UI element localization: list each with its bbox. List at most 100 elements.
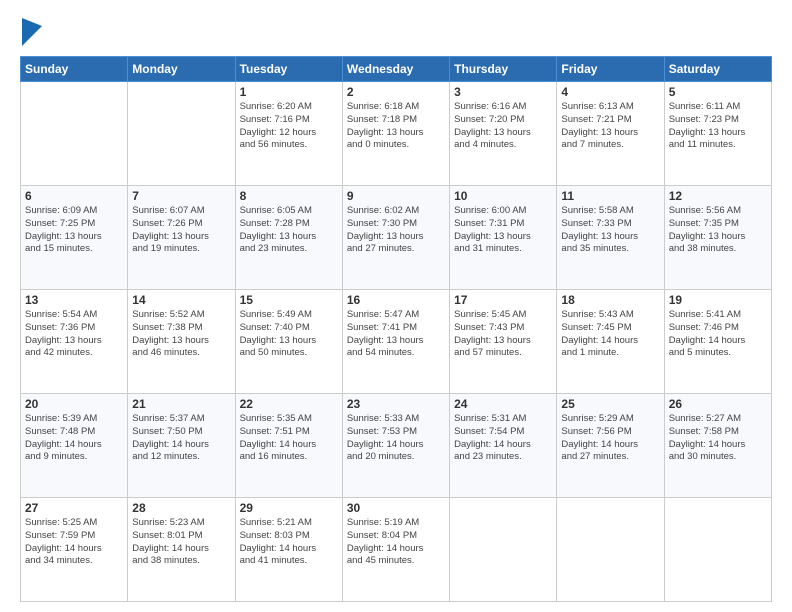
header-row: SundayMondayTuesdayWednesdayThursdayFrid… xyxy=(21,57,772,82)
week-row: 20 Sunrise: 5:39 AM Sunset: 7:48 PM Dayli… xyxy=(21,394,772,498)
day-info: Sunrise: 6:07 AM Sunset: 7:26 PM Dayligh… xyxy=(132,205,230,256)
day-info: Sunrise: 6:11 AM Sunset: 7:23 PM Dayligh… xyxy=(669,101,767,152)
day-info: Sunrise: 6:20 AM Sunset: 7:16 PM Dayligh… xyxy=(240,101,338,152)
day-cell: 25Sunrise: 5:29 AM Sunset: 7:56 PM Dayli… xyxy=(557,394,664,498)
day-cell: 5 Sunrise: 6:11 AM Sunset: 7:23 PM Daylig… xyxy=(664,82,771,186)
day-cell: 15 Sunrise: 5:49 AM Sunset: 7:40 PM Dayli… xyxy=(235,290,342,394)
day-info: Sunrise: 5:54 AM Sunset: 7:36 PM Dayligh… xyxy=(25,309,123,360)
day-number: 6 xyxy=(25,189,123,203)
day-cell: 24Sunrise: 5:31 AM Sunset: 7:54 PM Dayli… xyxy=(450,394,557,498)
day-cell: 20 Sunrise: 5:39 AM Sunset: 7:48 PM Dayli… xyxy=(21,394,128,498)
day-cell: 17 Sunrise: 5:45 AM Sunset: 7:43 PM Dayli… xyxy=(450,290,557,394)
week-row: 1 Sunrise: 6:20 AM Sunset: 7:16 PM Daylig… xyxy=(21,82,772,186)
day-number: 4 xyxy=(561,85,659,99)
day-info: Sunrise: 5:52 AM Sunset: 7:38 PM Dayligh… xyxy=(132,309,230,360)
day-cell xyxy=(128,82,235,186)
day-header: Thursday xyxy=(450,57,557,82)
day-number: 9 xyxy=(347,189,445,203)
day-cell xyxy=(21,82,128,186)
day-number: 2 xyxy=(347,85,445,99)
day-cell: 7 Sunrise: 6:07 AM Sunset: 7:26 PM Daylig… xyxy=(128,186,235,290)
day-number: 27 xyxy=(25,501,123,515)
day-cell: 21 Sunrise: 5:37 AM Sunset: 7:50 PM Dayli… xyxy=(128,394,235,498)
day-info: Sunrise: 5:47 AM Sunset: 7:41 PM Dayligh… xyxy=(347,309,445,360)
day-info: Sunrise: 6:05 AM Sunset: 7:28 PM Dayligh… xyxy=(240,205,338,256)
day-info: Sunrise: 5:35 AM Sunset: 7:51 PM Dayligh… xyxy=(240,413,338,464)
day-header: Saturday xyxy=(664,57,771,82)
day-info: Sunrise: 5:21 AM Sunset: 8:03 PM Dayligh… xyxy=(240,517,338,568)
day-cell: 18 Sunrise: 5:43 AM Sunset: 7:45 PM Dayli… xyxy=(557,290,664,394)
page: SundayMondayTuesdayWednesdayThursdayFrid… xyxy=(0,0,792,612)
day-cell: 26 Sunrise: 5:27 AM Sunset: 7:58 PM Dayli… xyxy=(664,394,771,498)
day-info: Sunrise: 5:37 AM Sunset: 7:50 PM Dayligh… xyxy=(132,413,230,464)
day-cell: 2Sunrise: 6:18 AM Sunset: 7:18 PM Daylig… xyxy=(342,82,449,186)
day-cell: 22 Sunrise: 5:35 AM Sunset: 7:51 PM Dayli… xyxy=(235,394,342,498)
day-number: 7 xyxy=(132,189,230,203)
day-cell: 23Sunrise: 5:33 AM Sunset: 7:53 PM Dayli… xyxy=(342,394,449,498)
day-cell: 29 Sunrise: 5:21 AM Sunset: 8:03 PM Dayli… xyxy=(235,498,342,602)
header xyxy=(20,18,772,46)
day-cell xyxy=(664,498,771,602)
day-cell: 30 Sunrise: 5:19 AM Sunset: 8:04 PM Dayli… xyxy=(342,498,449,602)
day-info: Sunrise: 5:25 AM Sunset: 7:59 PM Dayligh… xyxy=(25,517,123,568)
day-cell: 4Sunrise: 6:13 AM Sunset: 7:21 PM Daylig… xyxy=(557,82,664,186)
day-info: Sunrise: 5:56 AM Sunset: 7:35 PM Dayligh… xyxy=(669,205,767,256)
day-header: Monday xyxy=(128,57,235,82)
day-cell: 6 Sunrise: 6:09 AM Sunset: 7:25 PM Daylig… xyxy=(21,186,128,290)
day-number: 16 xyxy=(347,293,445,307)
day-number: 29 xyxy=(240,501,338,515)
day-cell: 14 Sunrise: 5:52 AM Sunset: 7:38 PM Dayli… xyxy=(128,290,235,394)
day-cell: 19 Sunrise: 5:41 AM Sunset: 7:46 PM Dayli… xyxy=(664,290,771,394)
day-cell: 12 Sunrise: 5:56 AM Sunset: 7:35 PM Dayli… xyxy=(664,186,771,290)
day-info: Sunrise: 5:39 AM Sunset: 7:48 PM Dayligh… xyxy=(25,413,123,464)
day-number: 5 xyxy=(669,85,767,99)
day-info: Sunrise: 5:29 AM Sunset: 7:56 PM Dayligh… xyxy=(561,413,659,464)
day-number: 26 xyxy=(669,397,767,411)
day-header: Tuesday xyxy=(235,57,342,82)
day-cell: 3 Sunrise: 6:16 AM Sunset: 7:20 PM Daylig… xyxy=(450,82,557,186)
week-row: 27 Sunrise: 5:25 AM Sunset: 7:59 PM Dayli… xyxy=(21,498,772,602)
day-cell: 8 Sunrise: 6:05 AM Sunset: 7:28 PM Daylig… xyxy=(235,186,342,290)
day-header: Sunday xyxy=(21,57,128,82)
logo xyxy=(20,18,42,46)
day-number: 18 xyxy=(561,293,659,307)
day-number: 28 xyxy=(132,501,230,515)
logo-icon xyxy=(22,18,42,46)
day-number: 12 xyxy=(669,189,767,203)
day-number: 8 xyxy=(240,189,338,203)
day-cell xyxy=(450,498,557,602)
day-cell: 13Sunrise: 5:54 AM Sunset: 7:36 PM Dayli… xyxy=(21,290,128,394)
week-row: 6 Sunrise: 6:09 AM Sunset: 7:25 PM Daylig… xyxy=(21,186,772,290)
day-number: 19 xyxy=(669,293,767,307)
week-row: 13Sunrise: 5:54 AM Sunset: 7:36 PM Dayli… xyxy=(21,290,772,394)
day-info: Sunrise: 6:02 AM Sunset: 7:30 PM Dayligh… xyxy=(347,205,445,256)
day-info: Sunrise: 5:49 AM Sunset: 7:40 PM Dayligh… xyxy=(240,309,338,360)
day-cell: 10Sunrise: 6:00 AM Sunset: 7:31 PM Dayli… xyxy=(450,186,557,290)
day-number: 30 xyxy=(347,501,445,515)
day-number: 11 xyxy=(561,189,659,203)
day-info: Sunrise: 5:45 AM Sunset: 7:43 PM Dayligh… xyxy=(454,309,552,360)
day-info: Sunrise: 6:16 AM Sunset: 7:20 PM Dayligh… xyxy=(454,101,552,152)
day-cell: 9 Sunrise: 6:02 AM Sunset: 7:30 PM Daylig… xyxy=(342,186,449,290)
day-number: 24 xyxy=(454,397,552,411)
day-info: Sunrise: 5:33 AM Sunset: 7:53 PM Dayligh… xyxy=(347,413,445,464)
day-number: 1 xyxy=(240,85,338,99)
day-number: 15 xyxy=(240,293,338,307)
day-info: Sunrise: 5:41 AM Sunset: 7:46 PM Dayligh… xyxy=(669,309,767,360)
day-info: Sunrise: 5:58 AM Sunset: 7:33 PM Dayligh… xyxy=(561,205,659,256)
day-cell: 16 Sunrise: 5:47 AM Sunset: 7:41 PM Dayli… xyxy=(342,290,449,394)
day-number: 10 xyxy=(454,189,552,203)
day-info: Sunrise: 6:09 AM Sunset: 7:25 PM Dayligh… xyxy=(25,205,123,256)
day-info: Sunrise: 5:27 AM Sunset: 7:58 PM Dayligh… xyxy=(669,413,767,464)
day-number: 22 xyxy=(240,397,338,411)
day-number: 20 xyxy=(25,397,123,411)
day-number: 14 xyxy=(132,293,230,307)
day-cell: 11 Sunrise: 5:58 AM Sunset: 7:33 PM Dayli… xyxy=(557,186,664,290)
day-number: 21 xyxy=(132,397,230,411)
day-number: 17 xyxy=(454,293,552,307)
day-info: Sunrise: 5:19 AM Sunset: 8:04 PM Dayligh… xyxy=(347,517,445,568)
day-number: 3 xyxy=(454,85,552,99)
day-header: Wednesday xyxy=(342,57,449,82)
day-info: Sunrise: 5:43 AM Sunset: 7:45 PM Dayligh… xyxy=(561,309,659,360)
day-cell: 27 Sunrise: 5:25 AM Sunset: 7:59 PM Dayli… xyxy=(21,498,128,602)
